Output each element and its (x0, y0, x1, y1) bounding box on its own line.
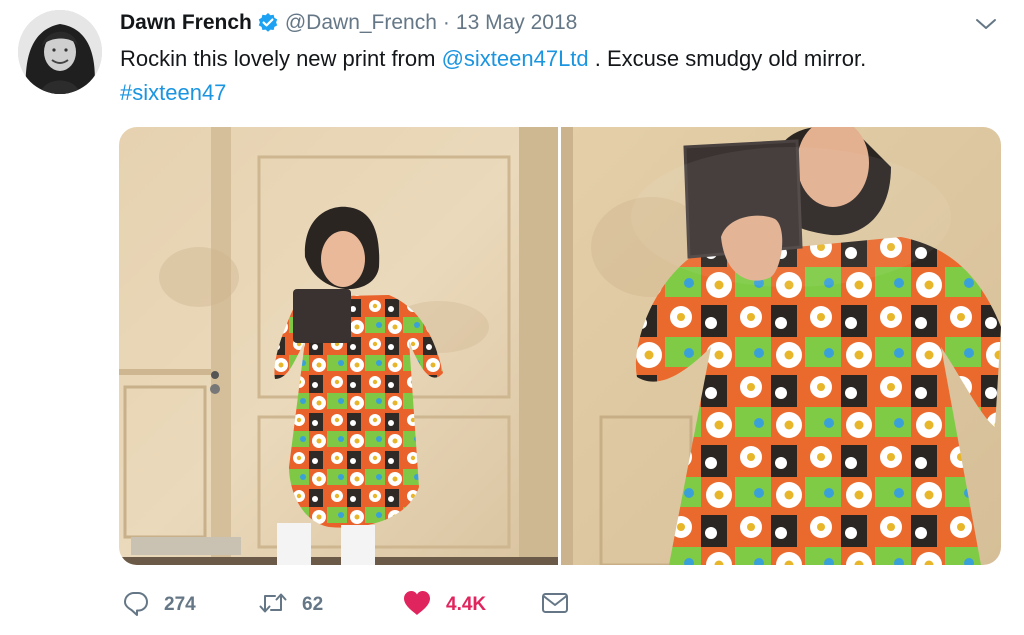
mention-link[interactable]: @sixteen47Ltd (442, 46, 589, 71)
retweet-button[interactable]: 62 (258, 588, 323, 622)
avatar[interactable] (18, 10, 102, 94)
direct-message-button[interactable] (540, 588, 570, 622)
retweet-icon (258, 589, 288, 622)
tweet-date[interactable]: 13 May 2018 (456, 11, 577, 35)
media-grid (119, 127, 1001, 565)
photo-right[interactable] (561, 127, 1001, 565)
display-name[interactable]: Dawn French (120, 11, 252, 35)
tweet-actions: 274 62 4.4K (122, 588, 582, 622)
reply-count: 274 (164, 594, 196, 615)
like-count: 4.4K (446, 594, 487, 615)
reply-button[interactable]: 274 (122, 588, 196, 622)
handle[interactable]: @Dawn_French (285, 11, 437, 35)
photo-left[interactable] (119, 127, 558, 565)
tweet-text-part2: . Excuse smudgy old mirror. (588, 46, 867, 71)
envelope-icon (540, 589, 570, 622)
verified-badge-icon (257, 12, 279, 34)
like-button[interactable]: 4.4K (402, 588, 486, 622)
tweet: Dawn French @Dawn_French · 13 May 2018 R… (0, 0, 1024, 635)
heart-icon (402, 589, 432, 622)
tweet-header: Dawn French @Dawn_French · 13 May 2018 (120, 8, 577, 38)
reply-icon (122, 589, 150, 622)
separator-dot: · (442, 11, 450, 34)
tweet-text-part1: Rockin this lovely new print from (120, 46, 442, 71)
tweet-text: Rockin this lovely new print from @sixte… (120, 42, 1000, 110)
retweet-count: 62 (302, 594, 324, 615)
hashtag-link[interactable]: #sixteen47 (120, 80, 226, 105)
chevron-down-icon[interactable] (972, 12, 1000, 36)
